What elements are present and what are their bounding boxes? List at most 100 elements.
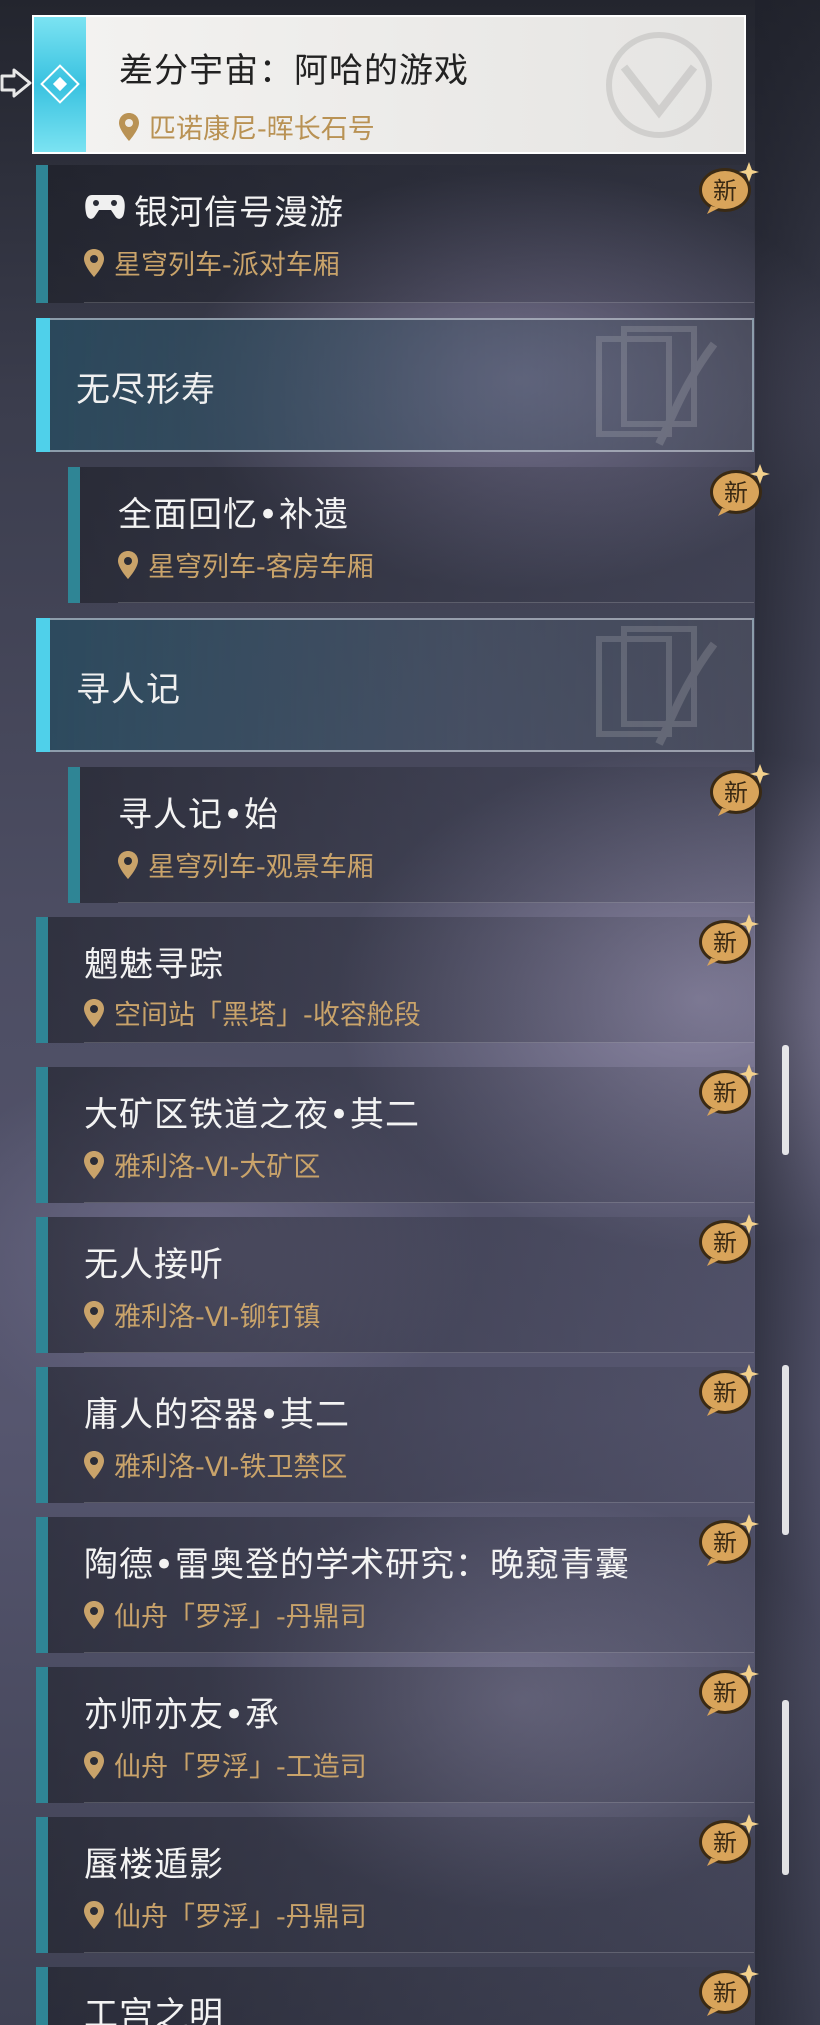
- quest-row-accent-bar: [36, 1367, 48, 1503]
- quest-row[interactable]: 蜃楼遁影 仙舟「罗浮」-丹鼎司: [36, 1817, 754, 1953]
- quest-row[interactable]: 无人接听 雅利洛-Ⅵ-铆钉镇: [36, 1217, 754, 1353]
- selected-quest-location: 匹诺康尼-晖长石号: [119, 107, 375, 146]
- svg-text:新: 新: [713, 1829, 737, 1857]
- new-badge-icon: 新: [697, 1662, 759, 1718]
- quest-row[interactable]: 魍魅寻踪 空间站「黑塔」-收容舱段: [36, 917, 754, 1043]
- quest-row-accent-bar: [68, 467, 80, 603]
- quest-row-accent-bar: [36, 917, 48, 1043]
- quest-location: 雅利洛-Ⅵ-铆钉镇: [84, 1295, 320, 1334]
- svg-text:新: 新: [713, 1229, 737, 1257]
- quest-row-accent-bar: [36, 165, 48, 303]
- quest-location-text: 仙舟「罗浮」-丹鼎司: [114, 1602, 367, 1633]
- quest-title: 无人接听: [84, 1245, 224, 1285]
- category-label: 寻人记: [76, 670, 181, 710]
- quest-row-accent-bar: [36, 1517, 48, 1653]
- quest-list-panel: 差分宇宙：阿哈的游戏 匹诺康尼-晖长石号 银河信号漫游 星穹列车-派对车厢 无尽…: [0, 0, 820, 2025]
- quest-location: 星穹列车-客房车厢: [118, 545, 374, 584]
- quest-location: 仙舟「罗浮」-丹鼎司: [84, 1895, 367, 1934]
- quest-row-accent-bar: [36, 1817, 48, 1953]
- scrollbar-thumb[interactable]: [782, 1700, 789, 1875]
- new-badge-icon: 新: [697, 160, 759, 216]
- quest-row[interactable]: 工宫之明: [36, 1967, 754, 2025]
- quest-location-text: 仙舟「罗浮」-丹鼎司: [114, 1902, 367, 1933]
- location-pin-icon: [84, 1300, 104, 1329]
- new-badge-icon: 新: [708, 762, 770, 818]
- new-badge-icon: 新: [697, 1812, 759, 1868]
- svg-text:新: 新: [713, 1079, 737, 1107]
- quest-location: 星穹列车-派对车厢: [84, 243, 340, 282]
- selector-arrow-icon: [0, 68, 32, 98]
- location-pin-icon: [118, 550, 138, 579]
- quest-title: 全面回忆•补遗: [118, 495, 350, 535]
- quest-location: 雅利洛-Ⅵ-大矿区: [84, 1145, 320, 1184]
- quest-location-text: 雅利洛-Ⅵ-大矿区: [114, 1152, 321, 1183]
- quest-title: 大矿区铁道之夜•其二: [84, 1095, 421, 1135]
- new-badge-icon: 新: [697, 1062, 759, 1118]
- quest-row[interactable]: 银河信号漫游 星穹列车-派对车厢: [36, 165, 754, 303]
- svg-text:新: 新: [724, 779, 748, 807]
- quest-location-text: 雅利洛-Ⅵ-铆钉镇: [114, 1302, 321, 1333]
- quest-title: 工宫之明: [84, 1995, 224, 2025]
- card-watermark-icon: [596, 626, 718, 746]
- quest-location: 空间站「黑塔」-收容舱段: [84, 993, 421, 1032]
- svg-text:新: 新: [724, 479, 748, 507]
- selected-quest-location-text: 匹诺康尼-晖长石号: [149, 114, 375, 145]
- location-pin-icon: [84, 1900, 104, 1929]
- selected-quest-title: 差分宇宙：阿哈的游戏: [119, 51, 469, 91]
- scrollbar-thumb[interactable]: [782, 1365, 789, 1535]
- card-watermark-icon: [596, 326, 718, 446]
- svg-text:新: 新: [713, 929, 737, 957]
- quest-location: 星穹列车-观景车厢: [118, 845, 374, 884]
- quest-location: 仙舟「罗浮」-工造司: [84, 1745, 367, 1784]
- quest-location-text: 星穹列车-客房车厢: [148, 552, 374, 583]
- location-pin-icon: [84, 1600, 104, 1629]
- location-pin-icon: [118, 850, 138, 879]
- svg-text:新: 新: [713, 1379, 737, 1407]
- quest-row[interactable]: 亦师亦友•承 仙舟「罗浮」-工造司: [36, 1667, 754, 1803]
- location-pin-icon: [84, 998, 104, 1027]
- quest-location-text: 星穹列车-派对车厢: [114, 250, 340, 281]
- quest-title: 银河信号漫游: [134, 193, 344, 233]
- quest-row[interactable]: 寻人记•始 星穹列车-观景车厢: [68, 767, 754, 903]
- selected-quest-card[interactable]: 差分宇宙：阿哈的游戏 匹诺康尼-晖长石号: [32, 15, 746, 154]
- quest-location-text: 空间站「黑塔」-收容舱段: [114, 1000, 421, 1031]
- quest-location: 仙舟「罗浮」-丹鼎司: [84, 1595, 367, 1634]
- svg-text:新: 新: [713, 1529, 737, 1557]
- quest-title: 陶德•雷奥登的学术研究：晚窥青囊: [84, 1545, 631, 1585]
- category-header-missing-persons[interactable]: 寻人记: [36, 618, 754, 752]
- quest-row[interactable]: 全面回忆•补遗 星穹列车-客房车厢: [68, 467, 754, 603]
- location-pin-icon: [84, 248, 104, 277]
- quest-row[interactable]: 大矿区铁道之夜•其二 雅利洛-Ⅵ-大矿区: [36, 1067, 754, 1203]
- new-badge-icon: 新: [697, 912, 759, 968]
- category-label: 无尽形寿: [76, 370, 216, 410]
- quest-row-accent-bar: [68, 767, 80, 903]
- quest-row[interactable]: 陶德•雷奥登的学术研究：晚窥青囊 仙舟「罗浮」-丹鼎司: [36, 1517, 754, 1653]
- quest-row-accent-bar: [36, 1067, 48, 1203]
- quest-location-text: 仙舟「罗浮」-工造司: [114, 1752, 367, 1783]
- location-pin-icon: [84, 1450, 104, 1479]
- game-controller-icon: [85, 195, 125, 219]
- quest-emblem-icon: [34, 17, 86, 152]
- location-pin-icon: [119, 112, 139, 141]
- quest-row-accent-bar: [36, 1217, 48, 1353]
- new-badge-icon: 新: [697, 1362, 759, 1418]
- svg-text:新: 新: [713, 1979, 737, 2007]
- quest-row-accent-bar: [36, 1667, 48, 1803]
- new-badge-icon: 新: [697, 1512, 759, 1568]
- quest-location: 雅利洛-Ⅵ-铁卫禁区: [84, 1445, 347, 1484]
- quest-row[interactable]: 庸人的容器•其二 雅利洛-Ⅵ-铁卫禁区: [36, 1367, 754, 1503]
- quest-title: 魍魅寻踪: [84, 945, 224, 985]
- quest-title: 亦师亦友•承: [84, 1695, 281, 1735]
- location-pin-icon: [84, 1150, 104, 1179]
- quest-location-text: 星穹列车-观景车厢: [148, 852, 374, 883]
- quest-row-accent-bar: [36, 1967, 48, 2025]
- scrollbar-thumb[interactable]: [782, 1045, 789, 1155]
- new-badge-icon: 新: [697, 1212, 759, 1268]
- quest-title: 庸人的容器•其二: [84, 1395, 351, 1435]
- new-badge-icon: 新: [697, 1962, 759, 2018]
- new-badge-icon: 新: [708, 462, 770, 518]
- location-pin-icon: [84, 1750, 104, 1779]
- category-header-endless-life[interactable]: 无尽形寿: [36, 318, 754, 452]
- svg-text:新: 新: [713, 177, 737, 205]
- quest-title: 寻人记•始: [118, 795, 280, 835]
